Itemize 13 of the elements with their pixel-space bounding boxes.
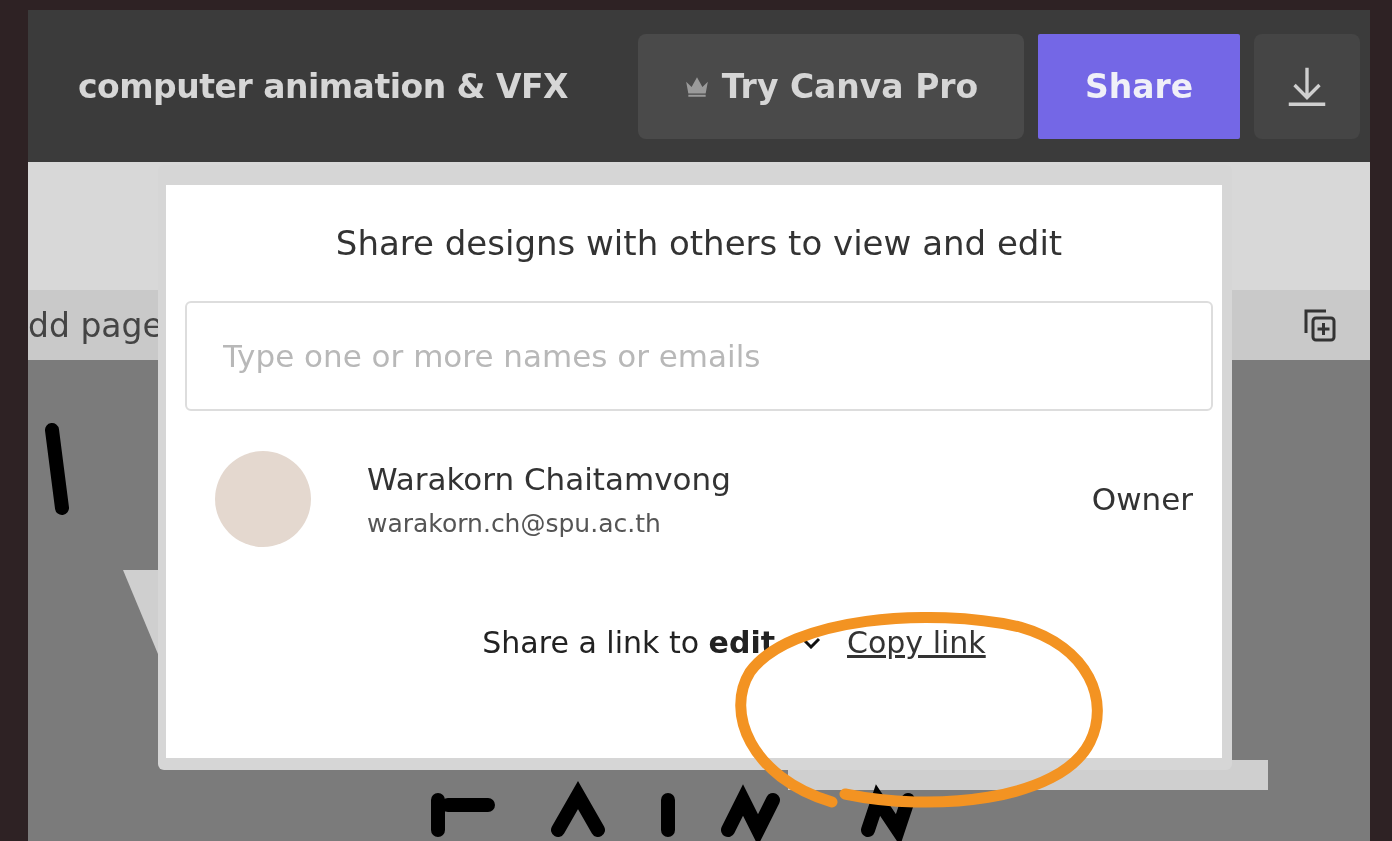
- crown-icon: [683, 75, 710, 97]
- invite-field[interactable]: Type one or more names or emails: [185, 301, 1213, 411]
- member-name: Warakorn Chaitamvong: [367, 460, 732, 497]
- dialog-heading: Share designs with others to view and edit: [334, 223, 1064, 263]
- try-pro-button[interactable]: Try Canva Pro: [638, 33, 1024, 139]
- design-title[interactable]: computer animation & VFX: [78, 66, 568, 106]
- member-email: warakorn.ch@spu.ac.th: [367, 508, 662, 538]
- download-button[interactable]: [1254, 33, 1360, 139]
- chevron-down-icon[interactable]: [801, 636, 821, 649]
- member-role: Owner: [1091, 481, 1193, 517]
- copy-link[interactable]: Copy link: [847, 625, 986, 660]
- link-permission-text: Share a link to edit: [482, 625, 775, 660]
- share-button[interactable]: Share: [1038, 33, 1240, 139]
